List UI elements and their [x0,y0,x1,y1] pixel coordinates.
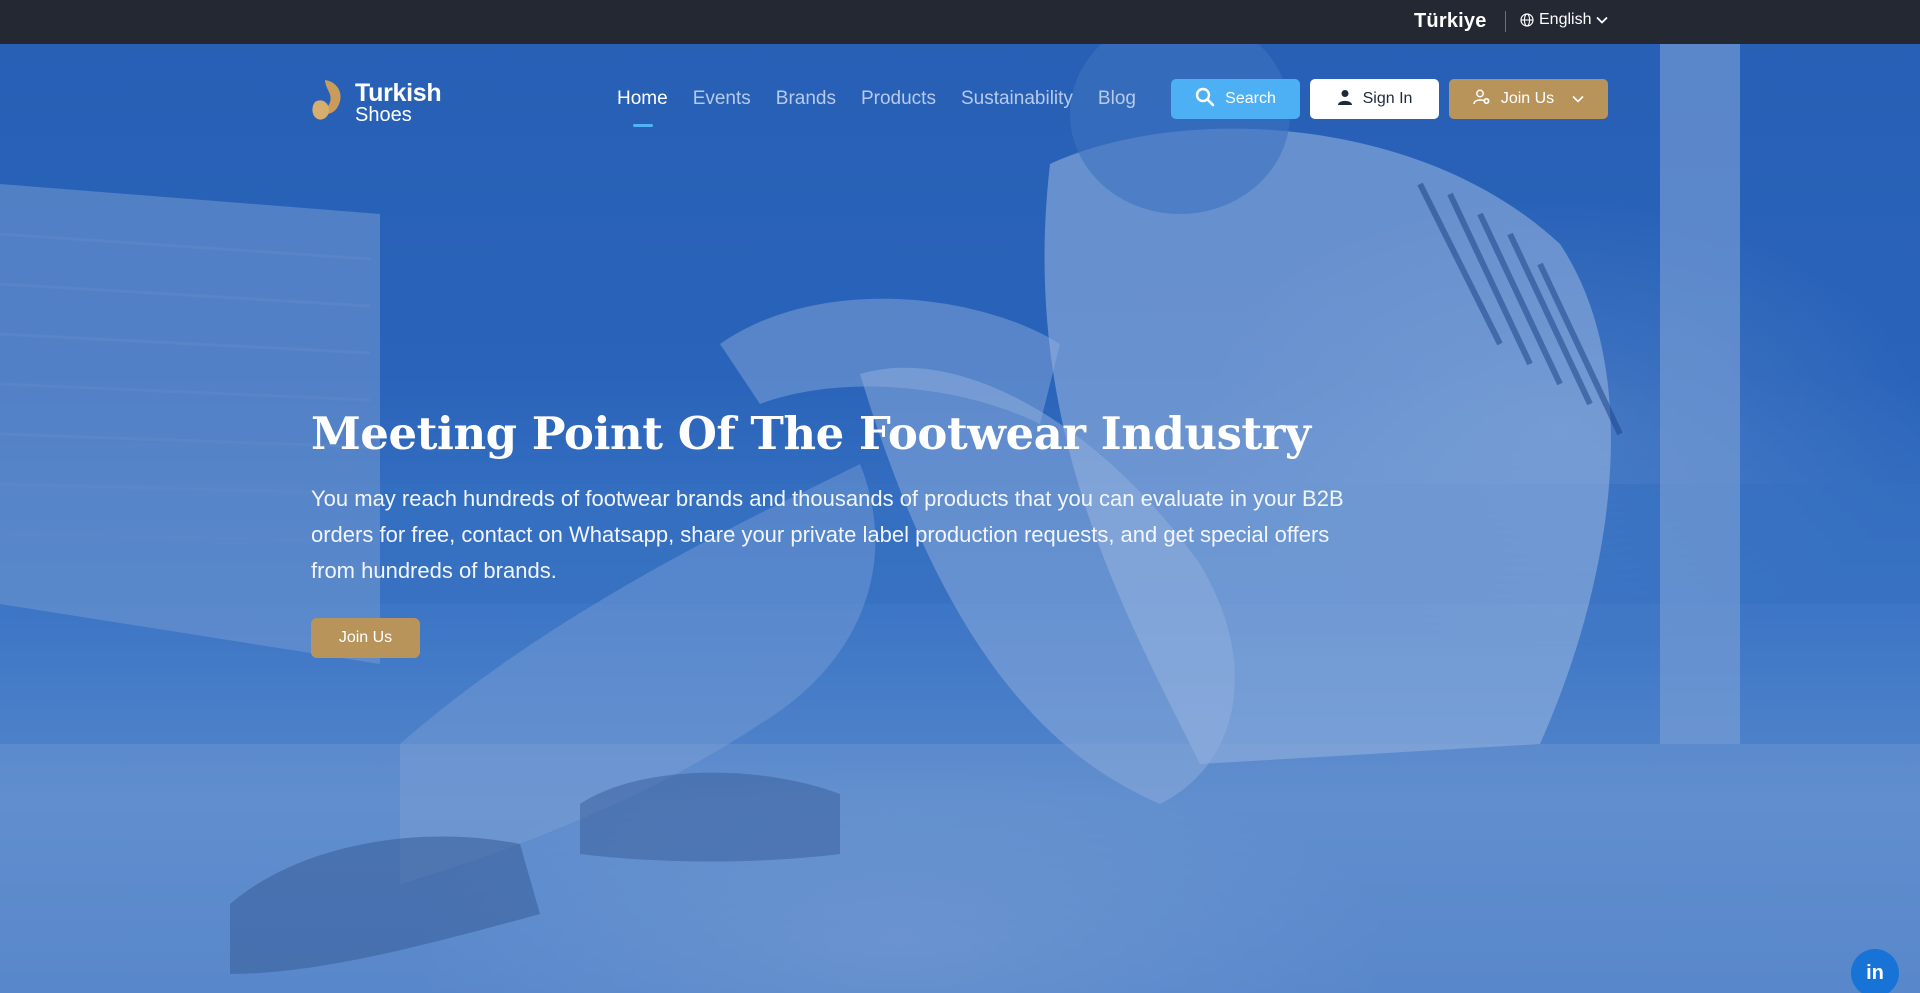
nav-item-products[interactable]: Products [861,88,936,110]
logo-text-turkish: Turkish [355,78,442,107]
user-icon [1337,89,1353,110]
linkedin-button[interactable]: in [1851,949,1899,993]
search-icon [1195,87,1215,112]
nav-item-blog[interactable]: Blog [1098,88,1136,110]
search-button-label: Search [1225,90,1276,107]
user-plus-icon [1473,89,1491,110]
nav-item-sustainability[interactable]: Sustainability [961,88,1073,110]
sign-in-button[interactable]: Sign In [1310,79,1439,119]
site-logo[interactable]: Turkish Shoes [311,78,442,127]
chevron-down-icon [1596,16,1609,24]
hero-section: Turkish Shoes Home Events Brands Product… [0,44,1920,993]
topbar-divider [1505,11,1506,32]
chevron-down-icon [1572,90,1584,108]
join-us-dropdown-button[interactable]: Join Us [1449,79,1608,119]
hero-headline: Meeting Point Of The Footwear Industry [311,407,1311,460]
main-navigation: Home Events Brands Products Sustainabili… [617,88,1161,127]
hero-description: You may reach hundreds of footwear brand… [311,486,1344,583]
nav-item-events[interactable]: Events [693,88,751,110]
nav-item-home[interactable]: Home [617,88,668,127]
logo-mark-icon [311,78,349,127]
sign-in-button-label: Sign In [1362,90,1413,107]
language-selector[interactable]: English [1520,11,1609,29]
globe-icon [1520,13,1534,27]
join-us-button-label: Join Us [1500,90,1555,107]
country-label[interactable]: Türkiye [1414,10,1487,33]
join-us-cta-button[interactable]: Join Us [311,618,420,658]
linkedin-icon: in [1866,961,1884,984]
nav-item-brands[interactable]: Brands [776,88,836,110]
logo-text-shoes: Shoes [355,103,412,126]
top-bar: Türkiye English [0,0,1920,44]
search-button[interactable]: Search [1171,79,1300,119]
language-label: English [1539,11,1592,28]
